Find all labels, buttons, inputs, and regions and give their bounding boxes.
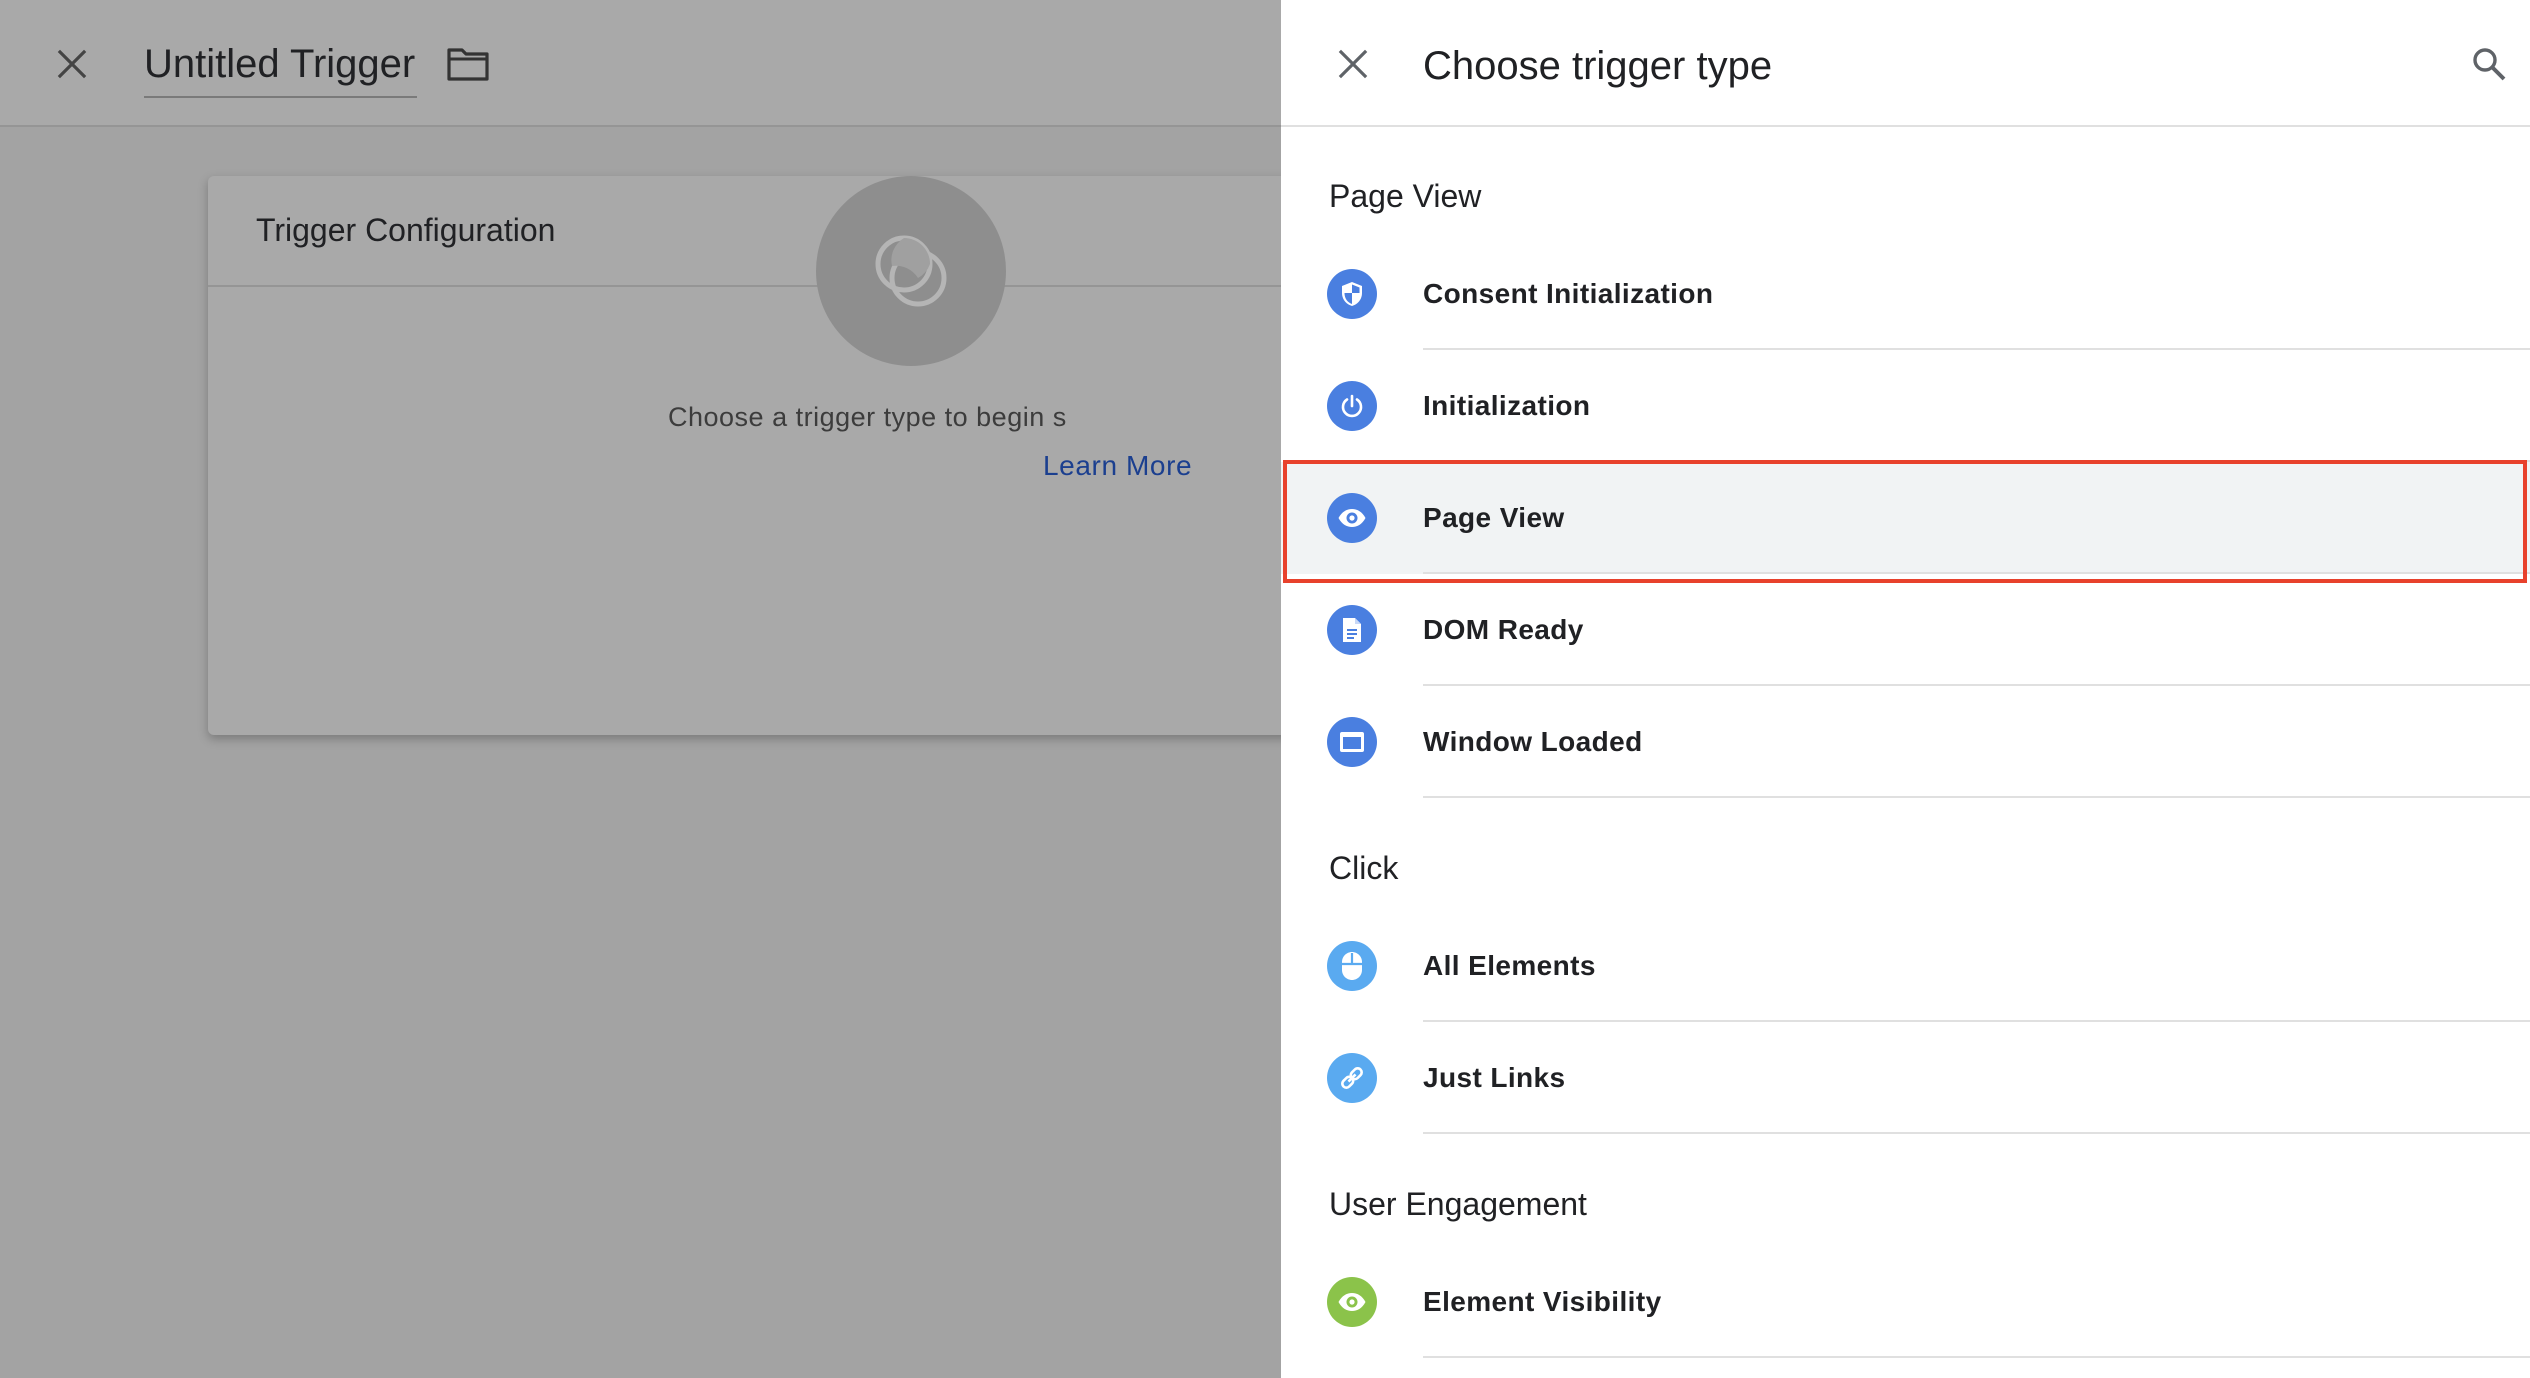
eye-icon xyxy=(1327,493,1377,543)
folder-icon xyxy=(447,48,489,81)
trigger-item-label: Element Visibility xyxy=(1423,1286,1662,1317)
panel-header: Choose trigger type xyxy=(1281,0,2530,127)
panel-close-button[interactable] xyxy=(1329,40,1377,88)
trigger-item-label: Window Loaded xyxy=(1423,726,1643,757)
divider xyxy=(1423,1356,2530,1358)
shield-icon xyxy=(1327,269,1377,319)
trigger-item-label: Initialization xyxy=(1423,390,1591,421)
trigger-item-just-links[interactable]: Just Links xyxy=(1281,1022,2530,1134)
trigger-item-label: Just Links xyxy=(1423,1062,1566,1093)
close-icon xyxy=(1338,49,1368,79)
trigger-item-label: All Elements xyxy=(1423,950,1596,981)
trigger-circles-icon xyxy=(875,235,947,307)
panel-title: Choose trigger type xyxy=(1423,44,1773,88)
section-title-click: Click xyxy=(1329,850,1399,886)
trigger-item-initialization[interactable]: Initialization xyxy=(1281,350,2530,462)
search-button[interactable] xyxy=(2465,40,2513,88)
divider xyxy=(1423,796,2530,798)
trigger-item-consent-initialization[interactable]: Consent Initialization xyxy=(1281,238,2530,350)
trigger-type-placeholder[interactable] xyxy=(816,176,1006,366)
power-icon xyxy=(1327,381,1377,431)
document-icon xyxy=(1327,605,1377,655)
divider xyxy=(1423,1132,2530,1134)
search-icon xyxy=(2473,48,2506,81)
trigger-hint-text: Choose a trigger type to begin s xyxy=(668,402,1067,432)
section-title-page-view: Page View xyxy=(1329,178,1482,214)
mouse-icon xyxy=(1327,941,1377,991)
card-title: Trigger Configuration xyxy=(256,212,556,248)
folder-button[interactable] xyxy=(446,44,490,84)
close-icon xyxy=(57,49,87,79)
window-icon xyxy=(1327,717,1377,767)
trigger-editor: Untitled Trigger Trigger Configuration C… xyxy=(0,0,1308,1378)
trigger-item-dom-ready[interactable]: DOM Ready xyxy=(1281,574,2530,686)
link-icon xyxy=(1327,1053,1377,1103)
trigger-item-page-view[interactable]: Page View xyxy=(1281,462,2530,574)
trigger-name-input[interactable]: Untitled Trigger xyxy=(144,38,418,98)
choose-trigger-type-panel: Choose trigger type Page View Consent In… xyxy=(1281,0,2530,1378)
learn-more-link[interactable]: Learn More xyxy=(1043,450,1192,482)
trigger-item-label: DOM Ready xyxy=(1423,614,1584,645)
trigger-item-all-elements[interactable]: All Elements xyxy=(1281,910,2530,1022)
editor-close-button[interactable] xyxy=(48,40,96,88)
trigger-item-window-loaded[interactable]: Window Loaded xyxy=(1281,686,2530,798)
editor-header: Untitled Trigger xyxy=(0,0,1281,127)
section-title-user-engagement: User Engagement xyxy=(1329,1186,1587,1222)
trigger-item-label: Consent Initialization xyxy=(1423,278,1714,309)
eye-icon xyxy=(1327,1277,1377,1327)
card-header: Trigger Configuration xyxy=(208,176,1308,287)
trigger-item-element-visibility[interactable]: Element Visibility xyxy=(1281,1246,2530,1358)
trigger-item-label: Page View xyxy=(1423,502,1565,533)
